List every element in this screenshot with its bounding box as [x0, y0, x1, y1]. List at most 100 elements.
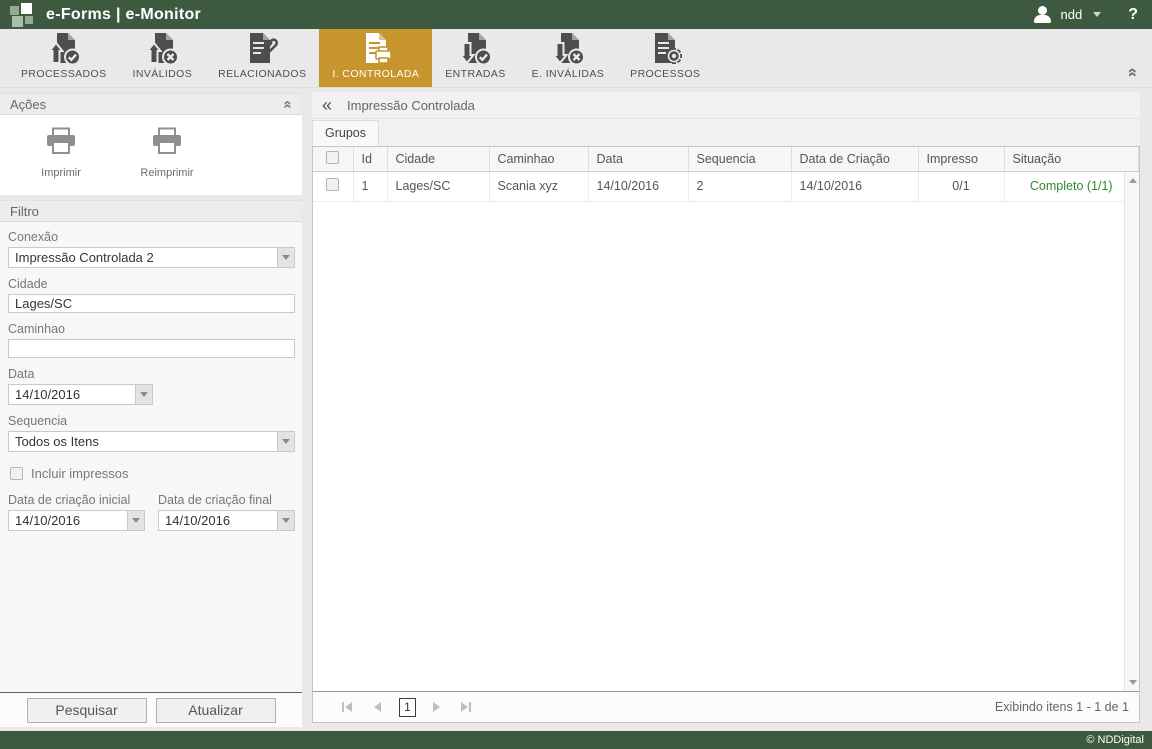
caminhao-label: Caminhao [8, 322, 295, 336]
cidade-field: Cidade [8, 277, 295, 313]
conexao-select[interactable]: Impressão Controlada 2 [8, 247, 295, 268]
doc-printer-icon [358, 32, 394, 66]
toolbar-item-relacionados[interactable]: RELACIONADOS [205, 29, 319, 87]
toolbar-item-processados[interactable]: PROCESSADOS [8, 29, 120, 87]
toolbar-collapse-button[interactable]: « [1115, 64, 1152, 87]
tab-grupos[interactable]: Grupos [312, 120, 379, 146]
col-data[interactable]: Data [588, 147, 688, 171]
dropdown-arrow-icon[interactable] [277, 248, 294, 267]
toolbar-item-label: ENTRADAS [445, 68, 505, 80]
conexao-field: Conexão Impressão Controlada 2 [8, 230, 295, 268]
reimprimir-label: Reimprimir [140, 167, 193, 179]
sidebar-footer: Pesquisar Atualizar [0, 692, 302, 727]
row-select-cell[interactable] [313, 171, 353, 201]
user-caret-down-icon[interactable] [1093, 12, 1101, 17]
col-cidade[interactable]: Cidade [387, 147, 489, 171]
back-double-chevron-icon[interactable]: « [322, 96, 332, 114]
prev-page-button[interactable] [365, 696, 389, 718]
col-id[interactable]: Id [353, 147, 387, 171]
sequencia-value: Todos os Itens [9, 432, 277, 451]
toolbar-item-label: E. INVÁLIDAS [532, 68, 605, 80]
nddigital-logo-icon [10, 3, 36, 27]
tab-strip: Grupos [312, 119, 1140, 146]
cell-sequencia: 2 [688, 171, 791, 201]
data-field: Data 14/10/2016 [8, 367, 295, 405]
top-bar: e-Forms | e-Monitor ndd ? [0, 0, 1152, 29]
col-situacao[interactable]: Situação [1004, 147, 1139, 171]
footer-bar: © NDDigital [0, 731, 1152, 749]
criacao-inicial-label: Data de criação inicial [8, 493, 145, 507]
doc-upload-x-icon [144, 32, 180, 66]
vertical-scrollbar[interactable] [1124, 172, 1139, 691]
criacao-inicial-field: Data de criação inicial 14/10/2016 [8, 493, 145, 531]
dropdown-arrow-icon[interactable] [135, 385, 152, 404]
criacao-final-label: Data de criação final [158, 493, 295, 507]
current-page-box[interactable]: 1 [399, 698, 416, 717]
col-data-criacao[interactable]: Data de Criação [791, 147, 918, 171]
last-page-button[interactable] [454, 696, 478, 718]
incluir-impressos-label: Incluir impressos [31, 466, 129, 481]
table-row[interactable]: 1 Lages/SC Scania xyz 14/10/2016 2 14/10… [313, 171, 1139, 201]
main-toolbar: PROCESSADOS INVÁLIDOS [0, 29, 1152, 88]
col-impresso[interactable]: Impresso [918, 147, 1004, 171]
breadcrumb: « Impressão Controlada [312, 92, 1140, 119]
reimprimir-button[interactable]: Reimprimir [134, 127, 200, 195]
filter-section-header: Filtro [0, 200, 302, 222]
scroll-up-icon[interactable] [1129, 178, 1137, 183]
toolbar-item-processos[interactable]: PROCESSOS [617, 29, 713, 87]
toolbar-item-entradas[interactable]: ENTRADAS [432, 29, 518, 87]
atualizar-button[interactable]: Atualizar [156, 698, 276, 723]
imprimir-button[interactable]: Imprimir [28, 127, 94, 195]
app-title: e-Forms | e-Monitor [46, 6, 201, 24]
printer-icon [151, 127, 183, 160]
doc-paperclip-icon [244, 32, 280, 66]
cidade-input[interactable] [8, 294, 295, 313]
row-checkbox[interactable] [326, 178, 339, 191]
table-header-row: Id Cidade Caminhao Data Sequencia Data d… [313, 147, 1139, 171]
scroll-down-icon[interactable] [1129, 680, 1137, 685]
toolbar-item-label: RELACIONADOS [218, 68, 306, 80]
incluir-impressos-checkbox-row[interactable]: Incluir impressos [10, 466, 295, 481]
incluir-impressos-checkbox[interactable] [10, 467, 23, 480]
main-content: « Impressão Controlada Grupos [310, 88, 1152, 727]
select-all-checkbox[interactable] [326, 151, 339, 164]
pesquisar-button[interactable]: Pesquisar [27, 698, 147, 723]
cell-caminhao: Scania xyz [489, 171, 588, 201]
double-chevron-up-icon: « [1125, 68, 1142, 77]
actions-section-header: Ações « [0, 93, 302, 115]
items-status-text: Exibindo itens 1 - 1 de 1 [995, 700, 1129, 714]
dropdown-arrow-icon[interactable] [277, 511, 294, 530]
criacao-final-select[interactable]: 14/10/2016 [158, 510, 295, 531]
first-page-button[interactable] [335, 696, 359, 718]
help-button[interactable]: ? [1124, 6, 1142, 24]
cell-cidade: Lages/SC [387, 171, 489, 201]
cidade-label: Cidade [8, 277, 295, 291]
toolbar-item-label: INVÁLIDOS [133, 68, 193, 80]
doc-upload-check-icon [46, 32, 82, 66]
criacao-final-field: Data de criação final 14/10/2016 [158, 493, 295, 531]
cell-impresso: 0/1 [918, 171, 1004, 201]
grupos-table: Id Cidade Caminhao Data Sequencia Data d… [313, 147, 1139, 202]
actions-collapse-icon[interactable]: « [280, 100, 295, 108]
sequencia-label: Sequencia [8, 414, 295, 428]
dropdown-arrow-icon[interactable] [127, 511, 144, 530]
col-caminhao[interactable]: Caminhao [489, 147, 588, 171]
toolbar-item-invalidos[interactable]: INVÁLIDOS [120, 29, 206, 87]
conexao-label: Conexão [8, 230, 295, 244]
criacao-inicial-value: 14/10/2016 [9, 511, 127, 530]
dropdown-arrow-icon[interactable] [277, 432, 294, 451]
toolbar-item-e-invalidas[interactable]: E. INVÁLIDAS [519, 29, 618, 87]
user-menu[interactable]: ndd [1061, 7, 1083, 22]
sequencia-select[interactable]: Todos os Itens [8, 431, 295, 452]
sidebar: Ações « Imprimir [0, 88, 302, 727]
cell-data-criacao: 14/10/2016 [791, 171, 918, 201]
data-select[interactable]: 14/10/2016 [8, 384, 153, 405]
criacao-inicial-select[interactable]: 14/10/2016 [8, 510, 145, 531]
toolbar-item-i-controlada[interactable]: I. CONTROLADA [319, 29, 432, 87]
col-sequencia[interactable]: Sequencia [688, 147, 791, 171]
select-all-header[interactable] [313, 147, 353, 171]
caminhao-input[interactable] [8, 339, 295, 358]
copyright-text: © NDDigital [1086, 734, 1144, 746]
next-page-button[interactable] [424, 696, 448, 718]
cell-data: 14/10/2016 [588, 171, 688, 201]
